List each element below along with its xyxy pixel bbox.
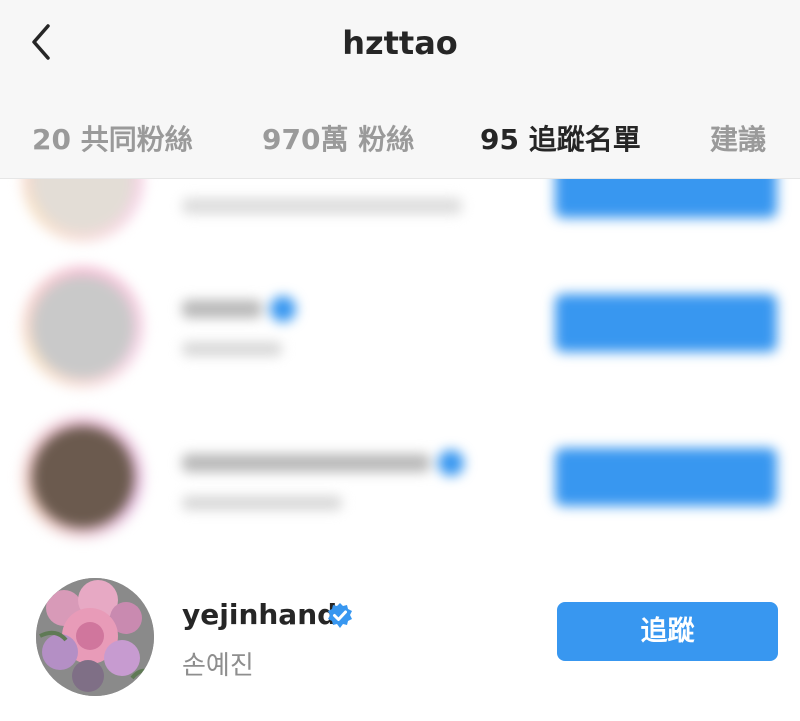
verified-icon [270,296,296,322]
verified-badge-icon [326,602,354,630]
avatar[interactable] [22,416,144,538]
tab-suggestions[interactable]: 建議 [710,118,766,158]
blurred-subtitle [182,198,462,214]
tab-mutual-followers[interactable]: 20 共同粉絲 [32,118,193,158]
avatar[interactable] [36,578,154,696]
blurred-follow-button[interactable] [555,448,777,506]
full-name: 손예진 [182,651,254,681]
blurred-username [182,454,430,472]
blurred-fullname [182,496,342,510]
username[interactable]: yejinhand [182,598,337,631]
page-title: hzttao [342,24,458,62]
flower-avatar-image [36,578,154,696]
list-item[interactable] [0,410,800,560]
follow-button[interactable]: 追蹤 [557,602,778,661]
blurred-fullname [182,342,282,356]
list-item[interactable] [0,260,800,410]
blurred-follow-button[interactable] [555,294,777,352]
verified-icon [438,450,464,476]
avatar[interactable] [22,266,144,388]
tab-followers[interactable]: 970萬 粉絲 [262,118,414,158]
blurred-username [182,300,262,318]
tab-following[interactable]: 95 追蹤名單 [480,118,641,158]
app-header: hzttao 20 共同粉絲 970萬 粉絲 95 追蹤名單 建議 [0,0,800,179]
